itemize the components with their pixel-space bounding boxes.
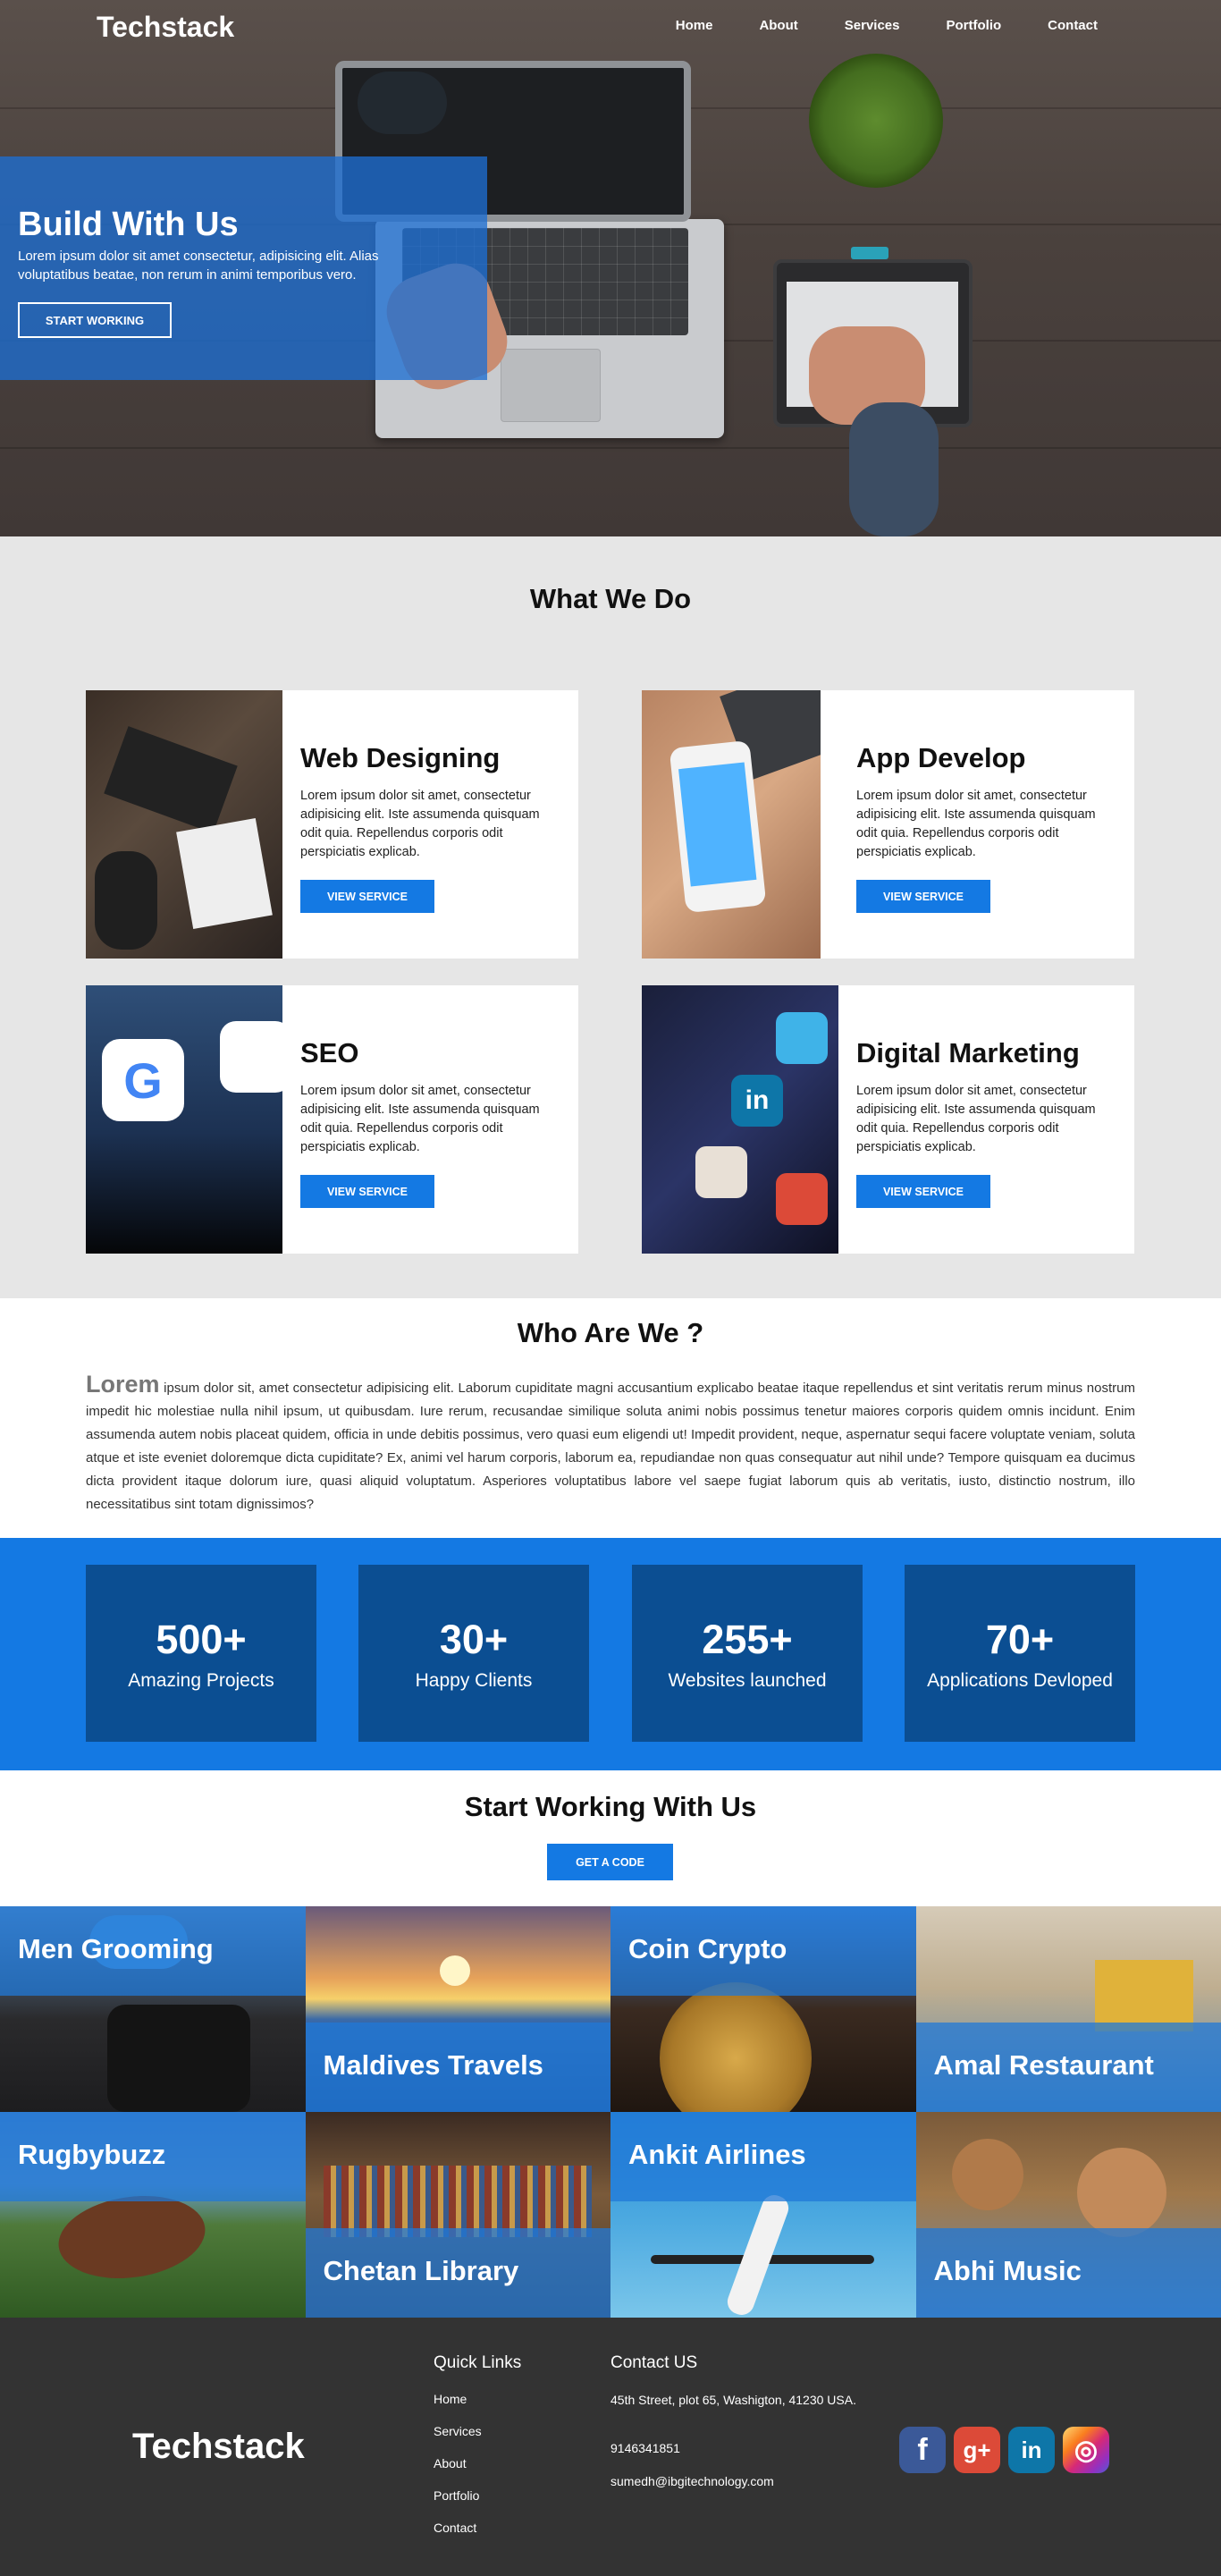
stat-number: 255+ [702,1617,793,1662]
nav-link-home[interactable]: Home [651,18,735,33]
stat-number: 30+ [439,1617,509,1662]
view-service-button[interactable]: VIEW SERVICE [856,1175,990,1208]
brand-logo[interactable]: Techstack [97,11,234,44]
contact-title: Contact US [610,2353,698,2372]
card-title: Web Designing [300,742,501,773]
nav-link-services[interactable]: Services [820,18,922,33]
quick-links-title: Quick Links [434,2353,522,2372]
app-develop-image [642,690,821,959]
service-card-app: App Develop Lorem ipsum dolor sit amet, … [642,690,1134,959]
who-paragraph: Lorem ipsum dolor sit, amet consectetur … [86,1372,1135,1516]
view-service-button[interactable]: VIEW SERVICE [300,880,434,913]
nav-links: Home About Services Portfolio Contact [651,18,1119,33]
stat-number: 500+ [156,1617,247,1662]
who-lead: Lorem [86,1371,160,1398]
portfolio-tile-chetan-library[interactable]: Chetan Library [305,2112,610,2318]
get-a-code-button[interactable]: GET A CODE [547,1844,673,1880]
contact-email[interactable]: sumedh@ibgitechnology.com [610,2474,774,2488]
stat-number: 70+ [985,1617,1055,1662]
section-title: What We Do [529,583,692,614]
facebook-icon[interactable]: f [899,2427,946,2473]
portfolio-title: Coin Crypto [628,1933,787,1964]
contact-address: 45th Street, plot 65, Washigton, 41230 U… [610,2393,856,2407]
linkedin-icon[interactable]: in [1008,2427,1055,2473]
stat-card: 500+ Amazing Projects [86,1565,316,1742]
portfolio-title: Ankit Airlines [628,2139,806,2170]
footer-link-home[interactable]: Home [434,2392,467,2406]
web-design-image [86,690,282,959]
service-card-seo: G SEO Lorem ipsum dolor sit amet, consec… [86,985,578,1254]
google-plus-icon[interactable]: g+ [954,2427,1000,2473]
start-working-button[interactable]: START WORKING [18,302,172,338]
portfolio-tile-amal-restaurant[interactable]: Amal Restaurant [915,1906,1221,2112]
who-title: Who Are We ? [517,1317,704,1348]
footer-link-about[interactable]: About [434,2456,467,2470]
card-title: SEO [300,1037,359,1068]
service-card-marketing: in Digital Marketing Lorem ipsum dolor s… [642,985,1134,1254]
nav-link-contact[interactable]: Contact [1023,18,1119,33]
portfolio-title: Men Grooming [18,1933,214,1964]
portfolio-tile-maldives-travels[interactable]: Maldives Travels [305,1906,610,2112]
footer-link-portfolio[interactable]: Portfolio [434,2488,479,2503]
footer: Techstack Quick Links Home Services Abou… [0,2318,1221,2576]
who-body: ipsum dolor sit, amet consectetur adipis… [86,1381,1135,1512]
stat-card: 30+ Happy Clients [358,1565,589,1742]
portfolio-title: Abhi Music [933,2255,1082,2286]
card-text: Lorem ipsum dolor sit amet, consectetur … [856,1084,1096,1154]
seo-image: G [86,985,282,1254]
portfolio-title: Amal Restaurant [933,2049,1154,2081]
card-title: Digital Marketing [856,1037,1080,1068]
stat-card: 70+ Applications Devloped [905,1565,1135,1742]
service-card-web: Web Designing Lorem ipsum dolor sit amet… [86,690,578,959]
nav-link-about[interactable]: About [734,18,819,33]
portfolio-title: Maldives Travels [323,2049,543,2081]
stats-section: 500+ Amazing Projects 30+ Happy Clients … [0,1538,1221,1770]
portfolio-tile-men-grooming[interactable]: Men Grooming [0,1906,306,2112]
stat-label: Amazing Projects [128,1670,274,1691]
portfolio-tile-coin-crypto[interactable]: Coin Crypto [610,1906,916,2112]
portfolio-title: Chetan Library [323,2255,519,2286]
view-service-button[interactable]: VIEW SERVICE [856,880,990,913]
stat-label: Happy Clients [415,1670,533,1691]
portfolio-grid: Men Grooming Maldives Travels Coin Crypt… [0,1906,1221,2318]
portfolio-title: Rugbybuzz [18,2139,166,2170]
plant-image [809,54,943,188]
contact-phone: 9146341851 [610,2441,680,2455]
stat-label: Applications Devloped [927,1670,1113,1691]
stat-label: Websites launched [668,1670,827,1691]
card-text: Lorem ipsum dolor sit amet, consectetur … [856,789,1096,859]
hero-title: Build With Us [18,206,239,243]
portfolio-tile-rugbybuzz[interactable]: Rugbybuzz [0,2112,306,2318]
nav-link-portfolio[interactable]: Portfolio [922,18,1023,33]
footer-link-contact[interactable]: Contact [434,2521,476,2535]
footer-link-services[interactable]: Services [434,2424,482,2438]
cta-title: Start Working With Us [464,1791,757,1822]
view-service-button[interactable]: VIEW SERVICE [300,1175,434,1208]
what-we-do-section: What We Do Web Designing Lorem ipsum dol… [0,536,1221,1298]
hero-subtitle: Lorem ipsum dolor sit amet consectetur, … [18,249,379,283]
portfolio-tile-ankit-airlines[interactable]: Ankit Airlines [610,2112,916,2318]
top-nav: Techstack Home About Services Portfolio … [0,0,1221,55]
digital-marketing-image: in [642,985,838,1254]
stat-card: 255+ Websites launched [632,1565,863,1742]
instagram-icon[interactable]: ◎ [1063,2427,1109,2473]
portfolio-tile-abhi-music[interactable]: Abhi Music [915,2112,1221,2318]
hero-section: Techstack Home About Services Portfolio … [0,0,1221,536]
card-title: App Develop [856,742,1026,773]
card-text: Lorem ipsum dolor sit amet, consectetur … [300,789,540,859]
card-text: Lorem ipsum dolor sit amet, consectetur … [300,1084,540,1154]
footer-brand: Techstack [132,2427,305,2466]
